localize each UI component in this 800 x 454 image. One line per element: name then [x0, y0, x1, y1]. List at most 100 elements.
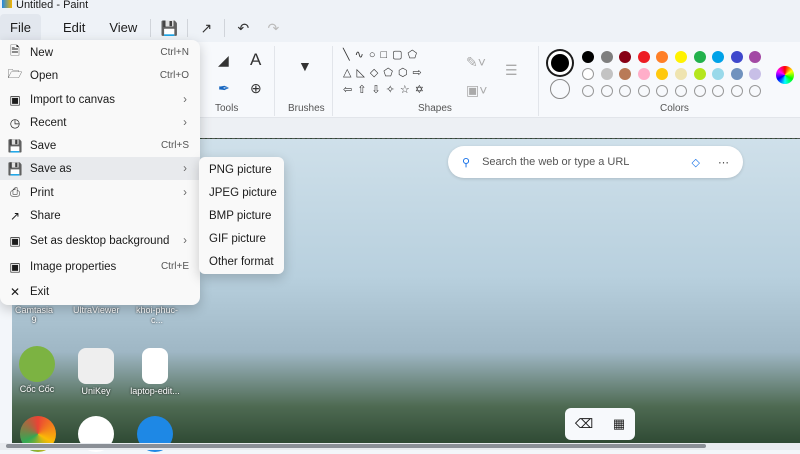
- fill-style-icon[interactable]: ▣˅: [466, 82, 487, 99]
- menu-edit[interactable]: Edit: [53, 14, 95, 42]
- file-menu-item-save[interactable]: 💾 Save Ctrl+S: [0, 134, 200, 157]
- color-swatch[interactable]: [637, 85, 650, 97]
- shapes-row-2[interactable]: △◺◇⬠⬡⇨: [343, 66, 427, 79]
- save-as-option[interactable]: GIF picture: [199, 228, 284, 251]
- save-as-option[interactable]: JPEG picture: [199, 182, 284, 205]
- desktop-icon-coccoc: Cốc Cốc: [17, 346, 57, 394]
- color-swatch[interactable]: [656, 68, 669, 80]
- file-menu-item-share[interactable]: ↗ Share: [0, 204, 200, 227]
- menu-item-label: Recent: [30, 116, 67, 129]
- scrollbar-thumb[interactable]: [6, 444, 706, 448]
- share-icon: ↗: [9, 208, 21, 223]
- color-swatch[interactable]: [600, 68, 613, 80]
- color-swatch[interactable]: [749, 85, 762, 97]
- menu-view[interactable]: View: [99, 14, 147, 42]
- menu-item-label: Save: [30, 139, 57, 152]
- file-menu-item-set-as-desktop-background[interactable]: ▣ Set as desktop background ›: [0, 229, 200, 252]
- color-swatch[interactable]: [712, 51, 725, 63]
- color-swatch[interactable]: [582, 85, 594, 97]
- fill-icon[interactable]: ◢: [218, 52, 229, 69]
- share-icon[interactable]: ↗: [191, 20, 221, 37]
- chevron-right-icon: ›: [183, 162, 187, 175]
- shapes-row-1[interactable]: ╲∿○□▢⬠: [343, 48, 422, 61]
- menu-item-label: Import to canvas: [30, 93, 116, 106]
- menu-item-label: Open: [30, 69, 59, 82]
- save-as-option[interactable]: Other format: [199, 251, 284, 274]
- shapes-row-3[interactable]: ⇦⇧⇩✧☆✡: [343, 83, 429, 96]
- save-as-submenu: PNG picture JPEG picture BMP picture GIF pi…: [199, 157, 284, 274]
- color-swatch[interactable]: [730, 85, 743, 97]
- color-picker-icon[interactable]: ✒: [218, 80, 230, 97]
- colors-label: Colors: [660, 103, 689, 114]
- search-bar[interactable]: ⚲ Search the web or type a URL ◇ ⋯: [448, 146, 743, 178]
- eraser-icon[interactable]: ⌫: [575, 416, 593, 432]
- size-icon[interactable]: ☰: [505, 62, 518, 79]
- desktop-icon-unikey: UniKey: [76, 348, 116, 396]
- save-icon: 💾: [7, 138, 23, 153]
- desktop-icon-ultraviewer: UltraViewer: [73, 305, 120, 315]
- file-menu-item-recent[interactable]: ◷ Recent ›: [0, 111, 200, 134]
- color-swatch[interactable]: [582, 51, 594, 63]
- clock-icon: ◷: [9, 115, 21, 130]
- color-swatch[interactable]: [600, 85, 613, 97]
- color-swatch[interactable]: [712, 68, 725, 80]
- file-menu-item-image-properties[interactable]: ▣ Image properties Ctrl+E: [0, 255, 200, 278]
- divider: [187, 19, 189, 37]
- paint-app-icon: [2, 0, 12, 8]
- color-swatch[interactable]: [749, 68, 762, 80]
- color-swatch[interactable]: [637, 51, 650, 63]
- color-swatch[interactable]: [675, 85, 687, 97]
- color-swatch[interactable]: [656, 85, 669, 97]
- color-swatch[interactable]: [693, 85, 706, 97]
- edit-colors-icon[interactable]: [776, 66, 794, 84]
- save-icon[interactable]: 💾: [154, 20, 184, 37]
- color-swatch[interactable]: [656, 51, 669, 63]
- color-swatch[interactable]: [712, 85, 725, 97]
- color-swatch[interactable]: [600, 51, 613, 63]
- primary-color[interactable]: [548, 51, 572, 75]
- undo-icon[interactable]: ↶: [228, 20, 258, 37]
- color-swatch[interactable]: [693, 51, 706, 63]
- file-menu-item-new[interactable]: 🗎 New Ctrl+N: [0, 41, 200, 64]
- desktop-icon-khoi-phuc: khoi-phuc-c...: [135, 305, 179, 325]
- color-swatch[interactable]: [619, 85, 632, 97]
- chevron-right-icon: ›: [183, 116, 187, 129]
- background-remove-icon[interactable]: ▦: [613, 416, 625, 432]
- file-menu-item-print[interactable]: ⎙ Print ›: [0, 181, 200, 204]
- menu-item-label: New: [30, 46, 54, 59]
- color-swatch[interactable]: [675, 68, 687, 80]
- magnifier-icon[interactable]: ⊕: [250, 80, 262, 97]
- file-menu-item-save-as[interactable]: 💾 Save as ›: [0, 157, 200, 180]
- window-title: Untitled - Paint: [16, 0, 89, 11]
- color-swatch[interactable]: [749, 51, 762, 63]
- secondary-color[interactable]: [550, 79, 570, 99]
- save-as-icon: 💾: [7, 161, 23, 176]
- divider: [150, 19, 152, 37]
- close-icon: ✕: [9, 284, 21, 299]
- new-file-icon: 🗎: [10, 44, 20, 58]
- color-swatch[interactable]: [619, 51, 632, 63]
- redo-icon[interactable]: ↷: [258, 20, 288, 37]
- text-icon[interactable]: A: [250, 50, 261, 70]
- outline-icon[interactable]: ✎˅: [466, 54, 486, 71]
- shapes-label: Shapes: [418, 103, 452, 114]
- color-swatch[interactable]: [582, 68, 594, 80]
- color-swatch[interactable]: [730, 68, 743, 80]
- color-swatch[interactable]: [730, 51, 743, 63]
- menu-item-label: Share: [30, 209, 61, 222]
- save-as-option[interactable]: PNG picture: [199, 159, 284, 182]
- menu-item-label: Image properties: [30, 260, 117, 273]
- file-menu-item-import-to-canvas[interactable]: ▣ Import to canvas ›: [0, 88, 200, 111]
- divider: [538, 46, 539, 116]
- save-as-option[interactable]: BMP picture: [199, 205, 284, 228]
- brush-icon[interactable]: ▼: [298, 58, 312, 74]
- color-swatch[interactable]: [675, 51, 687, 63]
- menu-bar: File Edit View 💾 ↗ ↶ ↷: [0, 14, 800, 42]
- file-menu-item-exit[interactable]: ✕ Exit: [0, 280, 200, 303]
- color-swatch[interactable]: [619, 68, 632, 80]
- color-swatch[interactable]: [693, 68, 706, 80]
- brushes-label: Brushes: [288, 103, 325, 114]
- color-swatch[interactable]: [637, 68, 650, 80]
- menu-file[interactable]: File: [0, 14, 41, 42]
- file-menu-item-open[interactable]: 🗁 Open Ctrl+O: [0, 64, 200, 87]
